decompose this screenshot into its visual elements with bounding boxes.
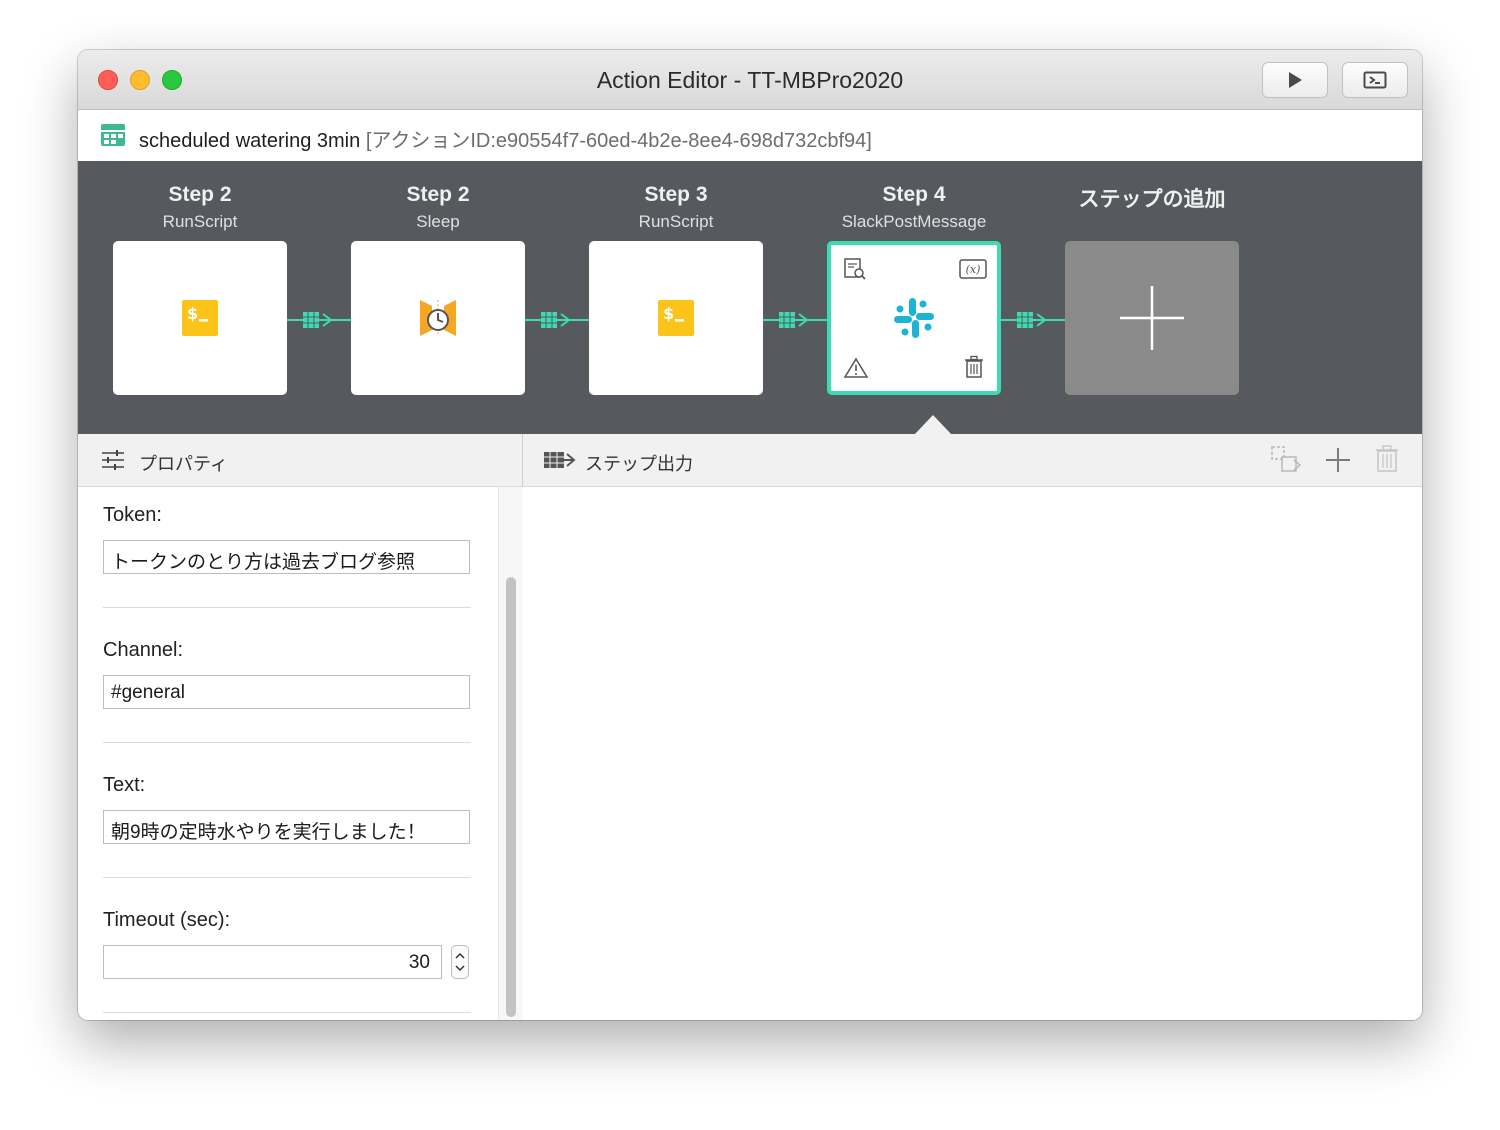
action-editor-window: Action Editor - TT-MBPro2020 scheduled w… [78, 50, 1422, 1020]
copy-output-icon[interactable] [1270, 445, 1302, 475]
token-field[interactable]: トークンのとり方は過去ブログ参照 [103, 540, 470, 574]
add-step-title: ステップの追加 [1078, 188, 1226, 211]
step-type: Sleep [416, 212, 460, 231]
action-id: [アクションID:e90554f7-60ed-4b2e-8ee4-698d732… [365, 130, 872, 152]
scroll-thumb[interactable] [506, 577, 516, 1017]
selection-pointer [914, 415, 952, 435]
step-card-1[interactable]: $ [113, 241, 287, 395]
timeout-label: Timeout (sec): [103, 909, 231, 931]
properties-title: プロパティ [139, 454, 228, 474]
trash-icon[interactable] [963, 355, 985, 379]
sleep-clock-icon [420, 300, 456, 336]
divider [103, 1012, 471, 1013]
svg-text:$: $ [187, 304, 198, 323]
add-output-icon[interactable] [1325, 447, 1351, 473]
action-header: scheduled watering 3min [アクションID:e90554f… [78, 110, 1422, 161]
action-title: scheduled watering 3min [アクションID:e90554f… [139, 124, 872, 153]
step-card-4[interactable]: (x) [827, 241, 1001, 395]
properties-header: プロパティ [78, 434, 523, 487]
token-label: Token: [103, 504, 162, 526]
title-bar: Action Editor - TT-MBPro2020 [78, 50, 1422, 110]
step-connector [287, 312, 351, 328]
add-step-button[interactable] [1065, 241, 1239, 395]
terminal-icon [1363, 71, 1387, 89]
calendar-icon [101, 124, 125, 146]
terminal-script-icon: $ [658, 300, 694, 336]
step-type: RunScript [638, 212, 714, 231]
step-card-3[interactable]: $ [589, 241, 763, 395]
output-title: ステップ出力 [585, 454, 693, 474]
channel-label: Channel: [103, 639, 184, 661]
step-connector [763, 312, 827, 328]
text-label: Text: [103, 774, 146, 796]
step-title: Step 2 [168, 183, 232, 206]
step-title: Step 4 [882, 183, 946, 206]
slack-icon [894, 298, 934, 338]
divider [103, 877, 471, 878]
warning-icon [843, 357, 869, 378]
divider [103, 607, 471, 608]
svg-text:(x): (x) [966, 263, 981, 276]
step-type: SlackPostMessage [841, 212, 987, 231]
variable-icon[interactable]: (x) [959, 259, 987, 279]
timeout-field[interactable]: 30 [103, 945, 442, 979]
text-field[interactable]: 朝9時の定時水やりを実行しました！ [103, 810, 470, 844]
window-title: Action Editor - TT-MBPro2020 [596, 67, 904, 93]
run-button[interactable] [1262, 62, 1328, 98]
play-icon [1289, 72, 1302, 88]
plus-icon [1120, 286, 1184, 350]
properties-body: Token: トークンのとり方は過去ブログ参照 Channel: #genera… [78, 487, 498, 1020]
step-type: RunScript [162, 212, 238, 231]
step-title: Step 3 [644, 183, 708, 206]
properties-scrollbar[interactable] [498, 487, 524, 1020]
inspect-icon[interactable] [843, 257, 867, 281]
step-output-icon [544, 452, 576, 468]
sliders-icon [102, 450, 124, 470]
timeout-stepper[interactable] [451, 945, 469, 979]
channel-field[interactable]: #general [103, 675, 470, 709]
step-title: Step 2 [406, 183, 470, 206]
step-connector [1001, 312, 1065, 328]
divider [103, 742, 471, 743]
console-button[interactable] [1342, 62, 1408, 98]
svg-text:$: $ [663, 304, 674, 323]
terminal-script-icon: $ [182, 300, 218, 336]
output-header: ステップ出力 [523, 434, 1422, 487]
action-name: scheduled watering 3min [139, 130, 361, 152]
step-connector [525, 312, 589, 328]
step-card-2[interactable] [351, 241, 525, 395]
steps-strip: Step 2 RunScript $ Step 2 Sleep Step 3 R… [78, 161, 1422, 434]
output-body [523, 487, 1422, 1020]
delete-output-icon[interactable] [1375, 445, 1399, 473]
stepper-arrows-icon [455, 952, 465, 972]
